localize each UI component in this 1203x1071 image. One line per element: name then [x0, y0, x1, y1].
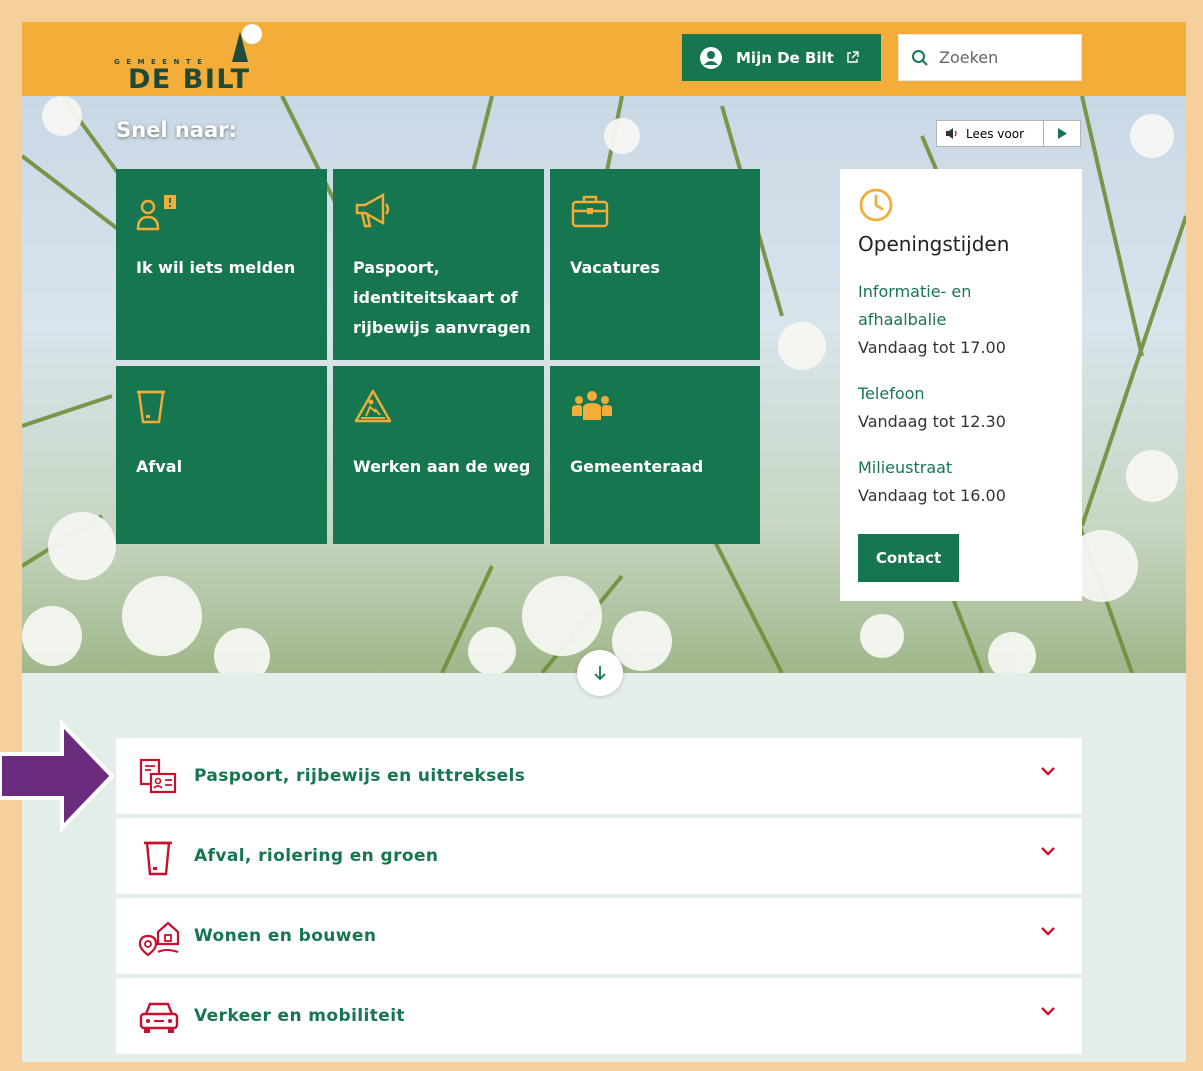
- mijn-de-bilt-label: Mijn De Bilt: [736, 48, 834, 67]
- report-person-icon: [136, 195, 176, 231]
- tile-label: Ik wil iets melden: [136, 258, 296, 277]
- lees-voor-button[interactable]: Lees voor: [937, 121, 1044, 146]
- bin-icon: [144, 841, 172, 876]
- opening-hours-card: Openingstijden Informatie- en afhaalbali…: [840, 169, 1082, 601]
- logo-mark-icon: [232, 24, 262, 62]
- logo-big-text: DE BILT: [128, 64, 251, 95]
- accordion-label: Paspoort, rijbewijs en uittreksels: [194, 766, 526, 786]
- lees-voor-widget: Lees voor: [936, 120, 1081, 147]
- roadwork-icon: [354, 389, 392, 423]
- search-icon[interactable]: [911, 49, 929, 67]
- speaker-icon: [946, 128, 957, 139]
- tile-label: Vacatures: [570, 258, 660, 277]
- tile-werken-aan-de-weg[interactable]: Werken aan de weg: [333, 366, 544, 544]
- car-icon: [139, 1002, 179, 1033]
- hours-item-time: Vandaag tot 12.30: [858, 412, 1006, 431]
- bin-icon: [137, 390, 165, 424]
- tile-paspoort-aanvragen[interactable]: Paspoort, identiteitskaart of rijbewijs …: [333, 169, 544, 360]
- tile-label: Afval: [136, 457, 183, 476]
- tile-afval[interactable]: Afval: [116, 366, 327, 544]
- hours-item-time: Vandaag tot 17.00: [858, 338, 1006, 357]
- megaphone-icon: [355, 193, 390, 228]
- hours-item-name[interactable]: Telefoon: [858, 380, 1058, 408]
- snel-naar-heading: Snel naar:: [116, 118, 237, 142]
- accordion-label: Verkeer en mobiliteit: [194, 1006, 405, 1026]
- tile-label: Werken aan de weg: [353, 457, 531, 476]
- tile-gemeenteraad[interactable]: Gemeenteraad: [550, 366, 760, 544]
- lees-voor-label: Lees voor: [966, 126, 1025, 141]
- id-documents-icon: [139, 758, 177, 794]
- chevron-down-icon: [1041, 847, 1055, 856]
- arrow-down-icon: [594, 666, 606, 681]
- hours-item-name[interactable]: Milieustraat: [858, 454, 1058, 482]
- tile-ik-wil-iets-melden[interactable]: Ik wil iets melden: [116, 169, 327, 360]
- lees-voor-play-button[interactable]: [1044, 121, 1080, 146]
- contact-button[interactable]: Contact: [858, 534, 959, 582]
- site-logo[interactable]: GEMEENTE DE BILT: [114, 24, 264, 95]
- tile-label: Gemeenteraad: [570, 457, 704, 476]
- tile-label: Paspoort, identiteitskaart of rijbewijs …: [353, 258, 531, 337]
- accordion-item-verkeer[interactable]: Verkeer en mobiliteit: [116, 978, 1082, 1054]
- page-frame: GEMEENTE DE BILT Mijn De Bilt Zoeken Sne…: [22, 22, 1186, 1062]
- hero-section: Snel naar: Lees voor Ik wil iets melden …: [22, 96, 1186, 673]
- briefcase-icon: [571, 195, 609, 228]
- top-header: GEMEENTE DE BILT Mijn De Bilt: [22, 22, 1186, 96]
- mijn-de-bilt-button[interactable]: Mijn De Bilt: [682, 34, 881, 81]
- scroll-down-button[interactable]: [577, 650, 623, 696]
- council-icon: [572, 391, 612, 420]
- chevron-down-icon: [1041, 767, 1055, 776]
- chevron-down-icon: [1041, 927, 1055, 936]
- accordion-label: Wonen en bouwen: [194, 926, 377, 946]
- accordion-item-afval[interactable]: Afval, riolering en groen: [116, 818, 1082, 894]
- house-location-icon: [138, 921, 180, 956]
- search-input[interactable]: [939, 48, 1069, 67]
- accordion-label: Afval, riolering en groen: [194, 846, 439, 866]
- accordion-item-wonen[interactable]: Wonen en bouwen: [116, 898, 1082, 974]
- clock-icon: [859, 188, 893, 222]
- hours-item-time: Vandaag tot 16.00: [858, 486, 1006, 505]
- hours-item-name[interactable]: Informatie- en afhaalbalie: [858, 278, 1058, 334]
- play-icon: [1058, 128, 1067, 139]
- user-icon: [700, 46, 722, 69]
- tile-vacatures[interactable]: Vacatures: [550, 169, 760, 360]
- opening-hours-title: Openingstijden: [858, 232, 1010, 256]
- chevron-down-icon: [1041, 1007, 1055, 1016]
- annotation-arrow-icon: [0, 719, 115, 833]
- external-link-icon: [847, 51, 859, 63]
- accordion-item-paspoort[interactable]: Paspoort, rijbewijs en uittreksels: [116, 738, 1082, 814]
- search-box[interactable]: [898, 34, 1082, 81]
